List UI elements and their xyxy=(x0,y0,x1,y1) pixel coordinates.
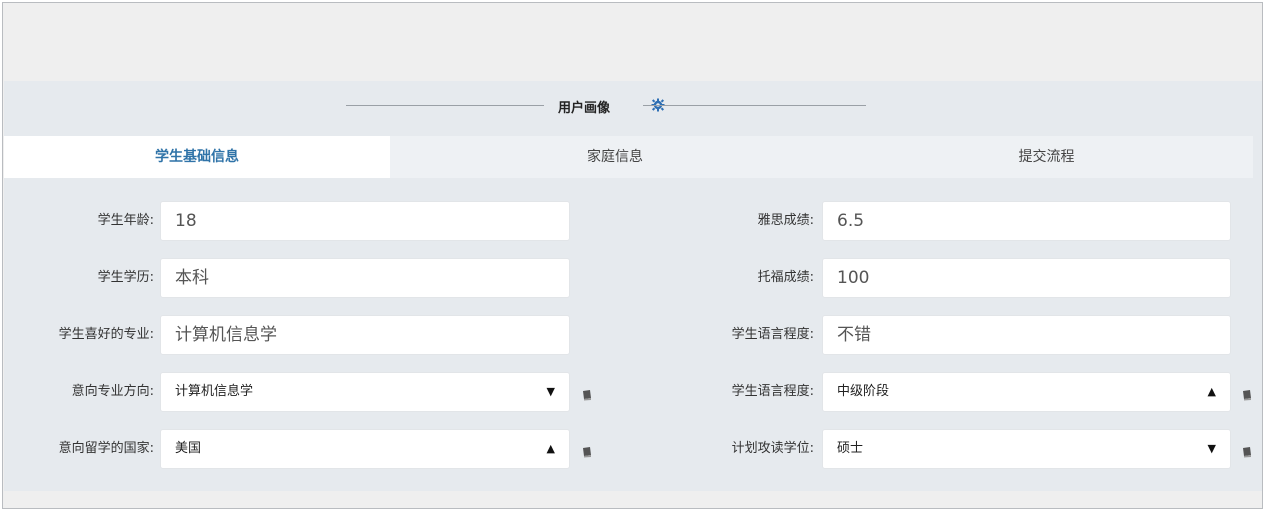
chevron-up-icon[interactable]: ▲ xyxy=(547,430,555,468)
language-stage-select[interactable]: 中级阶段 ▲ xyxy=(822,372,1231,412)
toefl-label: 托福成绩: xyxy=(757,270,814,285)
intended-major-label: 意向专业方向: xyxy=(71,384,154,399)
intended-country-value: 美国 xyxy=(175,441,202,456)
language-level-label: 学生语言程度: xyxy=(731,327,814,342)
user-profile-panel: 用户画像 学生基础信息 家庭信息 提交流程 学生年龄: 18 学生学历: 本科 … xyxy=(4,81,1262,491)
ielts-label: 雅思成绩: xyxy=(757,213,814,228)
book-icon[interactable] xyxy=(1241,386,1253,401)
intended-major-select[interactable]: 计算机信息学 ▼ xyxy=(160,372,570,412)
intended-country-select[interactable]: 美国 ▲ xyxy=(160,429,570,469)
tab-student-basic-info[interactable]: 学生基础信息 xyxy=(4,136,390,178)
intended-country-label: 意向留学的国家: xyxy=(58,441,154,456)
chevron-up-icon[interactable]: ▲ xyxy=(1208,373,1216,411)
section-title: 用户画像 xyxy=(558,101,611,116)
section-header: 用户画像 xyxy=(346,97,866,116)
window-frame: 用户画像 学生基础信息 家庭信息 提交流程 学生年龄: 18 学生学历: 本科 … xyxy=(2,2,1263,509)
preferred-major-label: 学生喜好的专业: xyxy=(58,327,154,342)
degree-select[interactable]: 硕士 ▼ xyxy=(822,429,1231,469)
ielts-input[interactable]: 6.5 xyxy=(822,201,1231,241)
chevron-down-icon[interactable]: ▼ xyxy=(1208,430,1216,468)
language-level-input[interactable]: 不错 xyxy=(822,315,1231,355)
age-input[interactable]: 18 xyxy=(160,201,570,241)
tab-submit-process[interactable]: 提交流程 xyxy=(840,136,1253,178)
preferred-major-input[interactable]: 计算机信息学 xyxy=(160,315,570,355)
language-stage-label: 学生语言程度: xyxy=(731,384,814,399)
divider-line xyxy=(648,105,866,106)
education-label: 学生学历: xyxy=(97,270,154,285)
language-stage-value: 中级阶段 xyxy=(837,384,890,399)
education-input[interactable]: 本科 xyxy=(160,258,570,298)
tab-family-info[interactable]: 家庭信息 xyxy=(390,136,840,178)
chevron-down-icon[interactable]: ▼ xyxy=(547,373,555,411)
degree-label: 计划攻读学位: xyxy=(731,441,814,456)
toefl-input[interactable]: 100 xyxy=(822,258,1231,298)
book-icon[interactable] xyxy=(581,443,593,458)
degree-value: 硕士 xyxy=(837,441,864,456)
book-icon[interactable] xyxy=(581,386,593,401)
divider-line xyxy=(346,105,544,106)
age-label: 学生年龄: xyxy=(97,213,154,228)
tab-bar: 学生基础信息 家庭信息 提交流程 xyxy=(4,136,1253,178)
book-icon[interactable] xyxy=(1241,443,1253,458)
intended-major-value: 计算机信息学 xyxy=(175,384,254,399)
